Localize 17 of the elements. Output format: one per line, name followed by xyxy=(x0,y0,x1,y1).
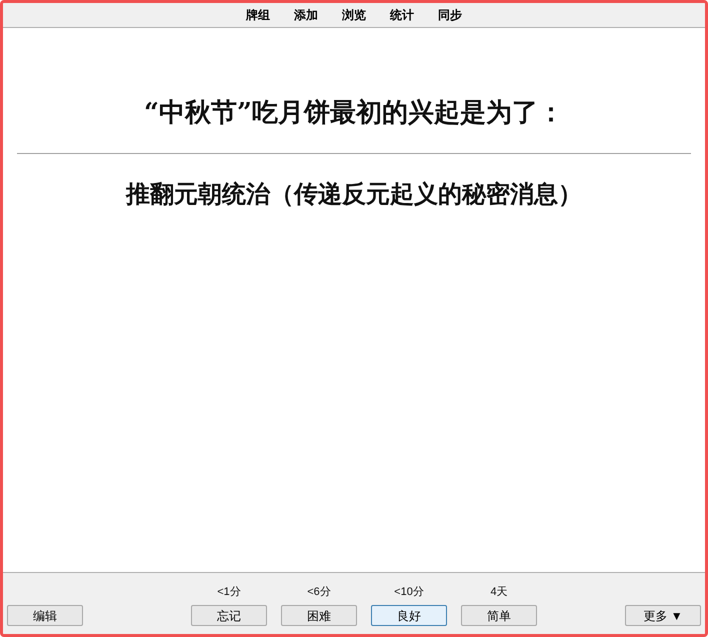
menu-item[interactable]: 浏览 xyxy=(342,6,366,24)
menu-item[interactable]: 统计 xyxy=(390,6,414,24)
answer-button[interactable]: 简单 xyxy=(461,605,537,626)
interval-label: <1分 xyxy=(217,584,241,600)
interval-label: <10分 xyxy=(394,584,424,600)
question-text: “中秋节”吃月饼最初的兴起是为了： xyxy=(144,97,564,130)
menu-item[interactable]: 添加 xyxy=(294,6,318,24)
edit-button[interactable]: 编辑 xyxy=(7,605,83,626)
answer-button[interactable]: 良好 xyxy=(371,605,447,626)
menu-item[interactable]: 同步 xyxy=(438,6,462,24)
answer-button[interactable]: 困难 xyxy=(281,605,357,626)
answer-text: 推翻元朝统治（传递反元起义的秘密消息） xyxy=(126,178,582,210)
interval-label: 4天 xyxy=(490,584,508,600)
interval-label: <6分 xyxy=(307,584,331,600)
menu-item[interactable]: 牌组 xyxy=(246,6,270,24)
answer-button[interactable]: 忘记 xyxy=(191,605,267,626)
more-button[interactable]: 更多 ▼ xyxy=(625,605,701,626)
